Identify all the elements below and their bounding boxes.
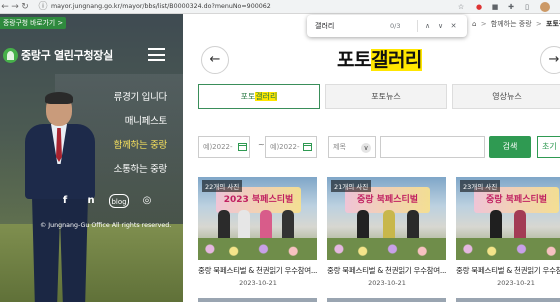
- flower-decor: [198, 238, 317, 260]
- card-title[interactable]: 중랑 북페스티벌 & 천권읽기 우수참여...: [456, 265, 560, 276]
- prev-page-button[interactable]: ←: [201, 46, 229, 74]
- photo-count-badge: 23개의 사진: [460, 180, 501, 192]
- info-icon[interactable]: ⓘ: [38, 0, 48, 14]
- find-input[interactable]: 갤러리: [315, 21, 390, 31]
- calendar-icon[interactable]: [238, 143, 247, 151]
- hero-menu-item[interactable]: 류경기 입니다: [95, 86, 168, 110]
- flower-decor: [327, 238, 446, 260]
- flower-decor: [456, 238, 560, 260]
- card-date: 2023-10-21: [368, 279, 406, 287]
- page-title-plain: 포토: [337, 49, 371, 71]
- date-range-separator: ~: [258, 140, 265, 149]
- next-row-thumbnail[interactable]: [327, 298, 446, 302]
- hero-menu-item[interactable]: 소통하는 중랑: [95, 158, 168, 182]
- card-title[interactable]: 중랑 북페스티벌 & 천권읽기 우수참여...: [327, 265, 447, 276]
- find-bar: 갤러리 0/3 ∧ ∨ ✕: [307, 15, 467, 37]
- social-links: f n blog ◎: [57, 194, 155, 208]
- search-button[interactable]: 검색: [489, 136, 531, 158]
- menu-icon[interactable]: [148, 48, 165, 61]
- next-row-thumbnail[interactable]: [456, 298, 560, 302]
- hero-menu: 류경기 입니다 매니페스토 함께하는 중랑 소통하는 중랑: [95, 86, 168, 182]
- next-row-thumbnail[interactable]: [198, 298, 317, 302]
- calendar-icon[interactable]: [303, 143, 312, 151]
- gallery-thumbnail[interactable]: 중랑 북페스티벌 23개의 사진: [456, 177, 560, 260]
- star-icon[interactable]: ☆: [456, 2, 466, 12]
- photo-count-badge: 22개의 사진: [202, 180, 243, 192]
- find-count: 0/3: [390, 22, 401, 30]
- tab-label: 영상뉴스: [492, 92, 522, 101]
- card-date: 2023-10-21: [497, 279, 535, 287]
- naver-icon[interactable]: n: [83, 194, 99, 208]
- page-title-highlight: 갤러리: [370, 49, 422, 71]
- extension-icon[interactable]: ■: [490, 2, 500, 12]
- card-date: 2023-10-21: [239, 279, 277, 287]
- breadcrumb-parent[interactable]: 함께하는 중랑: [491, 20, 532, 28]
- district-office-link[interactable]: 중랑구청 바로가기 >: [0, 17, 67, 29]
- gallery-card[interactable]: 중랑 북페스티벌 21개의 사진 중랑 북페스티벌 & 천권읽기 우수참여...…: [327, 177, 447, 287]
- chevron-down-icon[interactable]: ∨: [361, 143, 371, 153]
- puzzle-icon[interactable]: ✚: [506, 2, 516, 12]
- find-divider: [417, 20, 418, 32]
- tab-label: 포토뉴스: [371, 92, 401, 101]
- hero-menu-item[interactable]: 매니페스토: [95, 110, 168, 134]
- hero-menu-item-active[interactable]: 함께하는 중랑: [95, 134, 168, 158]
- instagram-icon[interactable]: ◎: [139, 194, 155, 208]
- card-title[interactable]: 중랑 북페스티벌 & 천권읽기 우수참여...: [198, 265, 318, 276]
- find-prev-icon[interactable]: ∧: [421, 22, 434, 30]
- profile-avatar[interactable]: [540, 2, 550, 12]
- hero-panel: 중랑구청 바로가기 > 중랑구 열린구청장실 류경기 입니다 매니페스토 함께하…: [0, 14, 183, 302]
- next-page-button[interactable]: →: [540, 46, 560, 74]
- find-close-icon[interactable]: ✕: [447, 22, 460, 30]
- forward-icon[interactable]: →: [10, 0, 20, 14]
- brand[interactable]: 중랑구 열린구청장실: [3, 47, 113, 63]
- gallery-thumbnail[interactable]: 2023 북페스티벌 22개의 사진: [198, 177, 317, 260]
- gallery-card[interactable]: 중랑 북페스티벌 23개의 사진 중랑 북페스티벌 & 천권읽기 우수참여...…: [456, 177, 560, 287]
- sidepanel-icon[interactable]: ▯: [522, 2, 532, 12]
- address-bar[interactable]: ⓘ mayor.jungnang.go.kr/mayor/bbs/list/B0…: [38, 0, 271, 14]
- search-input[interactable]: [380, 136, 485, 158]
- gallery-card[interactable]: 2023 북페스티벌 22개의 사진 중랑 북페스티벌 & 천권읽기 우수참여.…: [198, 177, 318, 287]
- url-text[interactable]: mayor.jungnang.go.kr/mayor/bbs/list/B000…: [51, 3, 271, 10]
- page-title: 포토갤러리: [337, 45, 422, 72]
- logo-icon: [3, 47, 18, 63]
- reload-icon[interactable]: ↻: [20, 0, 30, 14]
- find-next-icon[interactable]: ∨: [434, 22, 447, 30]
- extension-icon[interactable]: ●: [474, 2, 484, 12]
- gallery-thumbnail[interactable]: 중랑 북페스티벌 21개의 사진: [327, 177, 446, 260]
- breadcrumb-current: 포토갤러리: [546, 20, 560, 28]
- home-icon[interactable]: ⌂: [472, 20, 476, 28]
- blog-icon[interactable]: blog: [109, 194, 129, 208]
- tab-label: 포토: [240, 92, 256, 101]
- tab-video-news[interactable]: 영상뉴스: [452, 84, 560, 109]
- browser-toolbar: ← → ↻ ⓘ mayor.jungnang.go.kr/mayor/bbs/l…: [0, 0, 560, 14]
- tab-photo-news[interactable]: 포토뉴스: [325, 84, 447, 109]
- brand-name: 중랑구 열린구청장실: [21, 49, 113, 62]
- photo-count-badge: 21개의 사진: [331, 180, 372, 192]
- facebook-icon[interactable]: f: [57, 194, 73, 208]
- tab-label-highlight: 갤러리: [255, 92, 278, 101]
- reset-button[interactable]: 초기: [537, 136, 560, 158]
- copyright: © Jungnang-Gu Office All rights reserved…: [40, 222, 172, 229]
- back-icon[interactable]: ←: [0, 0, 10, 14]
- tab-photo-gallery[interactable]: 포토갤러리: [198, 84, 320, 109]
- breadcrumb: ⌂ > 함께하는 중랑 > 포토갤러리: [472, 19, 560, 29]
